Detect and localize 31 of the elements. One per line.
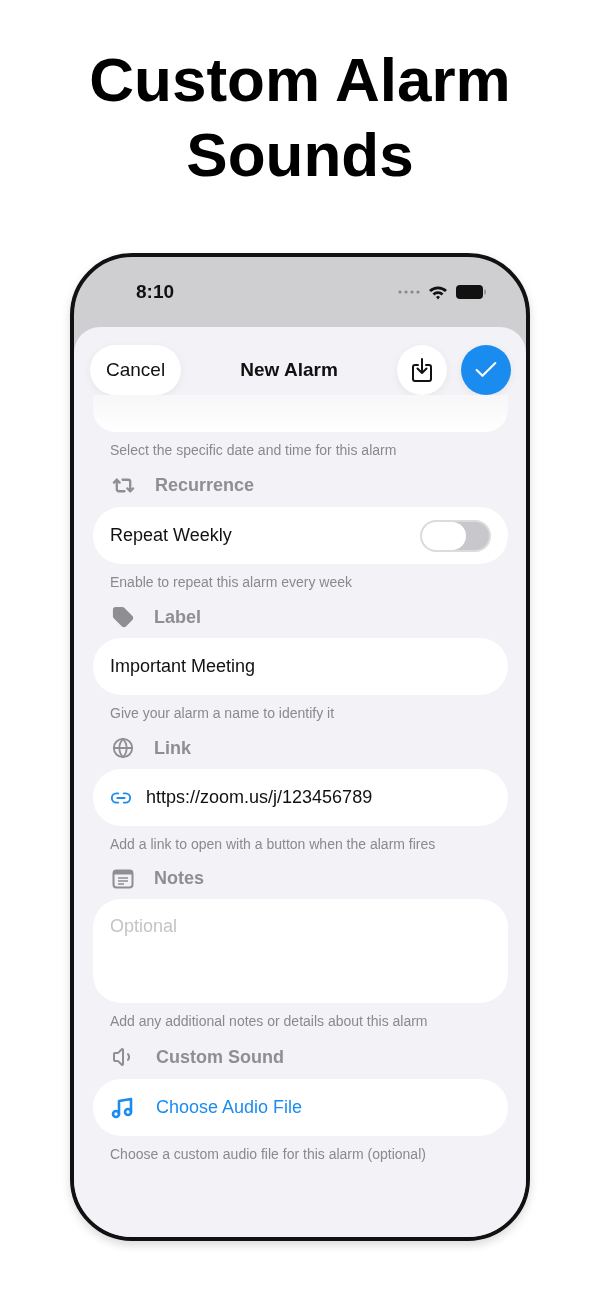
import-button[interactable] bbox=[397, 345, 447, 395]
signal-icon bbox=[398, 290, 420, 294]
repeat-toggle[interactable] bbox=[420, 519, 491, 552]
link-field[interactable]: https://zoom.us/j/123456789 bbox=[93, 769, 508, 826]
field-hint: Enable to repeat this alarm every week bbox=[110, 574, 353, 590]
section-header: Custom Sound bbox=[156, 1046, 284, 1068]
music-note-icon bbox=[110, 1095, 134, 1120]
battery-icon bbox=[456, 285, 486, 299]
save-button[interactable] bbox=[461, 345, 511, 395]
choose-audio-button[interactable]: Choose Audio File bbox=[156, 1097, 491, 1118]
globe-icon bbox=[112, 737, 134, 759]
field-hint: Give your alarm a name to identify it bbox=[110, 705, 336, 721]
headline: Custom Alarm Sounds bbox=[88, 44, 512, 191]
wifi-icon bbox=[428, 284, 448, 300]
cancel-button[interactable]: Cancel bbox=[90, 345, 182, 395]
section-header: Label bbox=[154, 606, 201, 628]
field-hint: Add any additional notes or details about this alarm bbox=[110, 1013, 429, 1029]
section-header: Recurrence bbox=[155, 475, 255, 496]
section-header: Link bbox=[154, 737, 191, 759]
section-header: Notes bbox=[154, 868, 204, 889]
tag-icon bbox=[112, 606, 134, 628]
screen-title: New Alarm bbox=[240, 359, 338, 381]
toggle-label: Repeat Weekly bbox=[110, 525, 233, 546]
field-hint: Select the specific date and time for this alarm bbox=[110, 442, 398, 458]
download-icon bbox=[410, 357, 434, 383]
label-field[interactable]: Important Meeting bbox=[93, 638, 508, 695]
field-hint: Choose a custom audio file for this alarm (optional) bbox=[110, 1146, 427, 1162]
field-hint: Add a link to open with a button when the alarm fires bbox=[110, 836, 437, 852]
link-value: https://zoom.us/j/123456789 bbox=[146, 787, 373, 808]
status-time: 8:10 bbox=[136, 281, 175, 303]
notes-icon bbox=[112, 868, 134, 889]
